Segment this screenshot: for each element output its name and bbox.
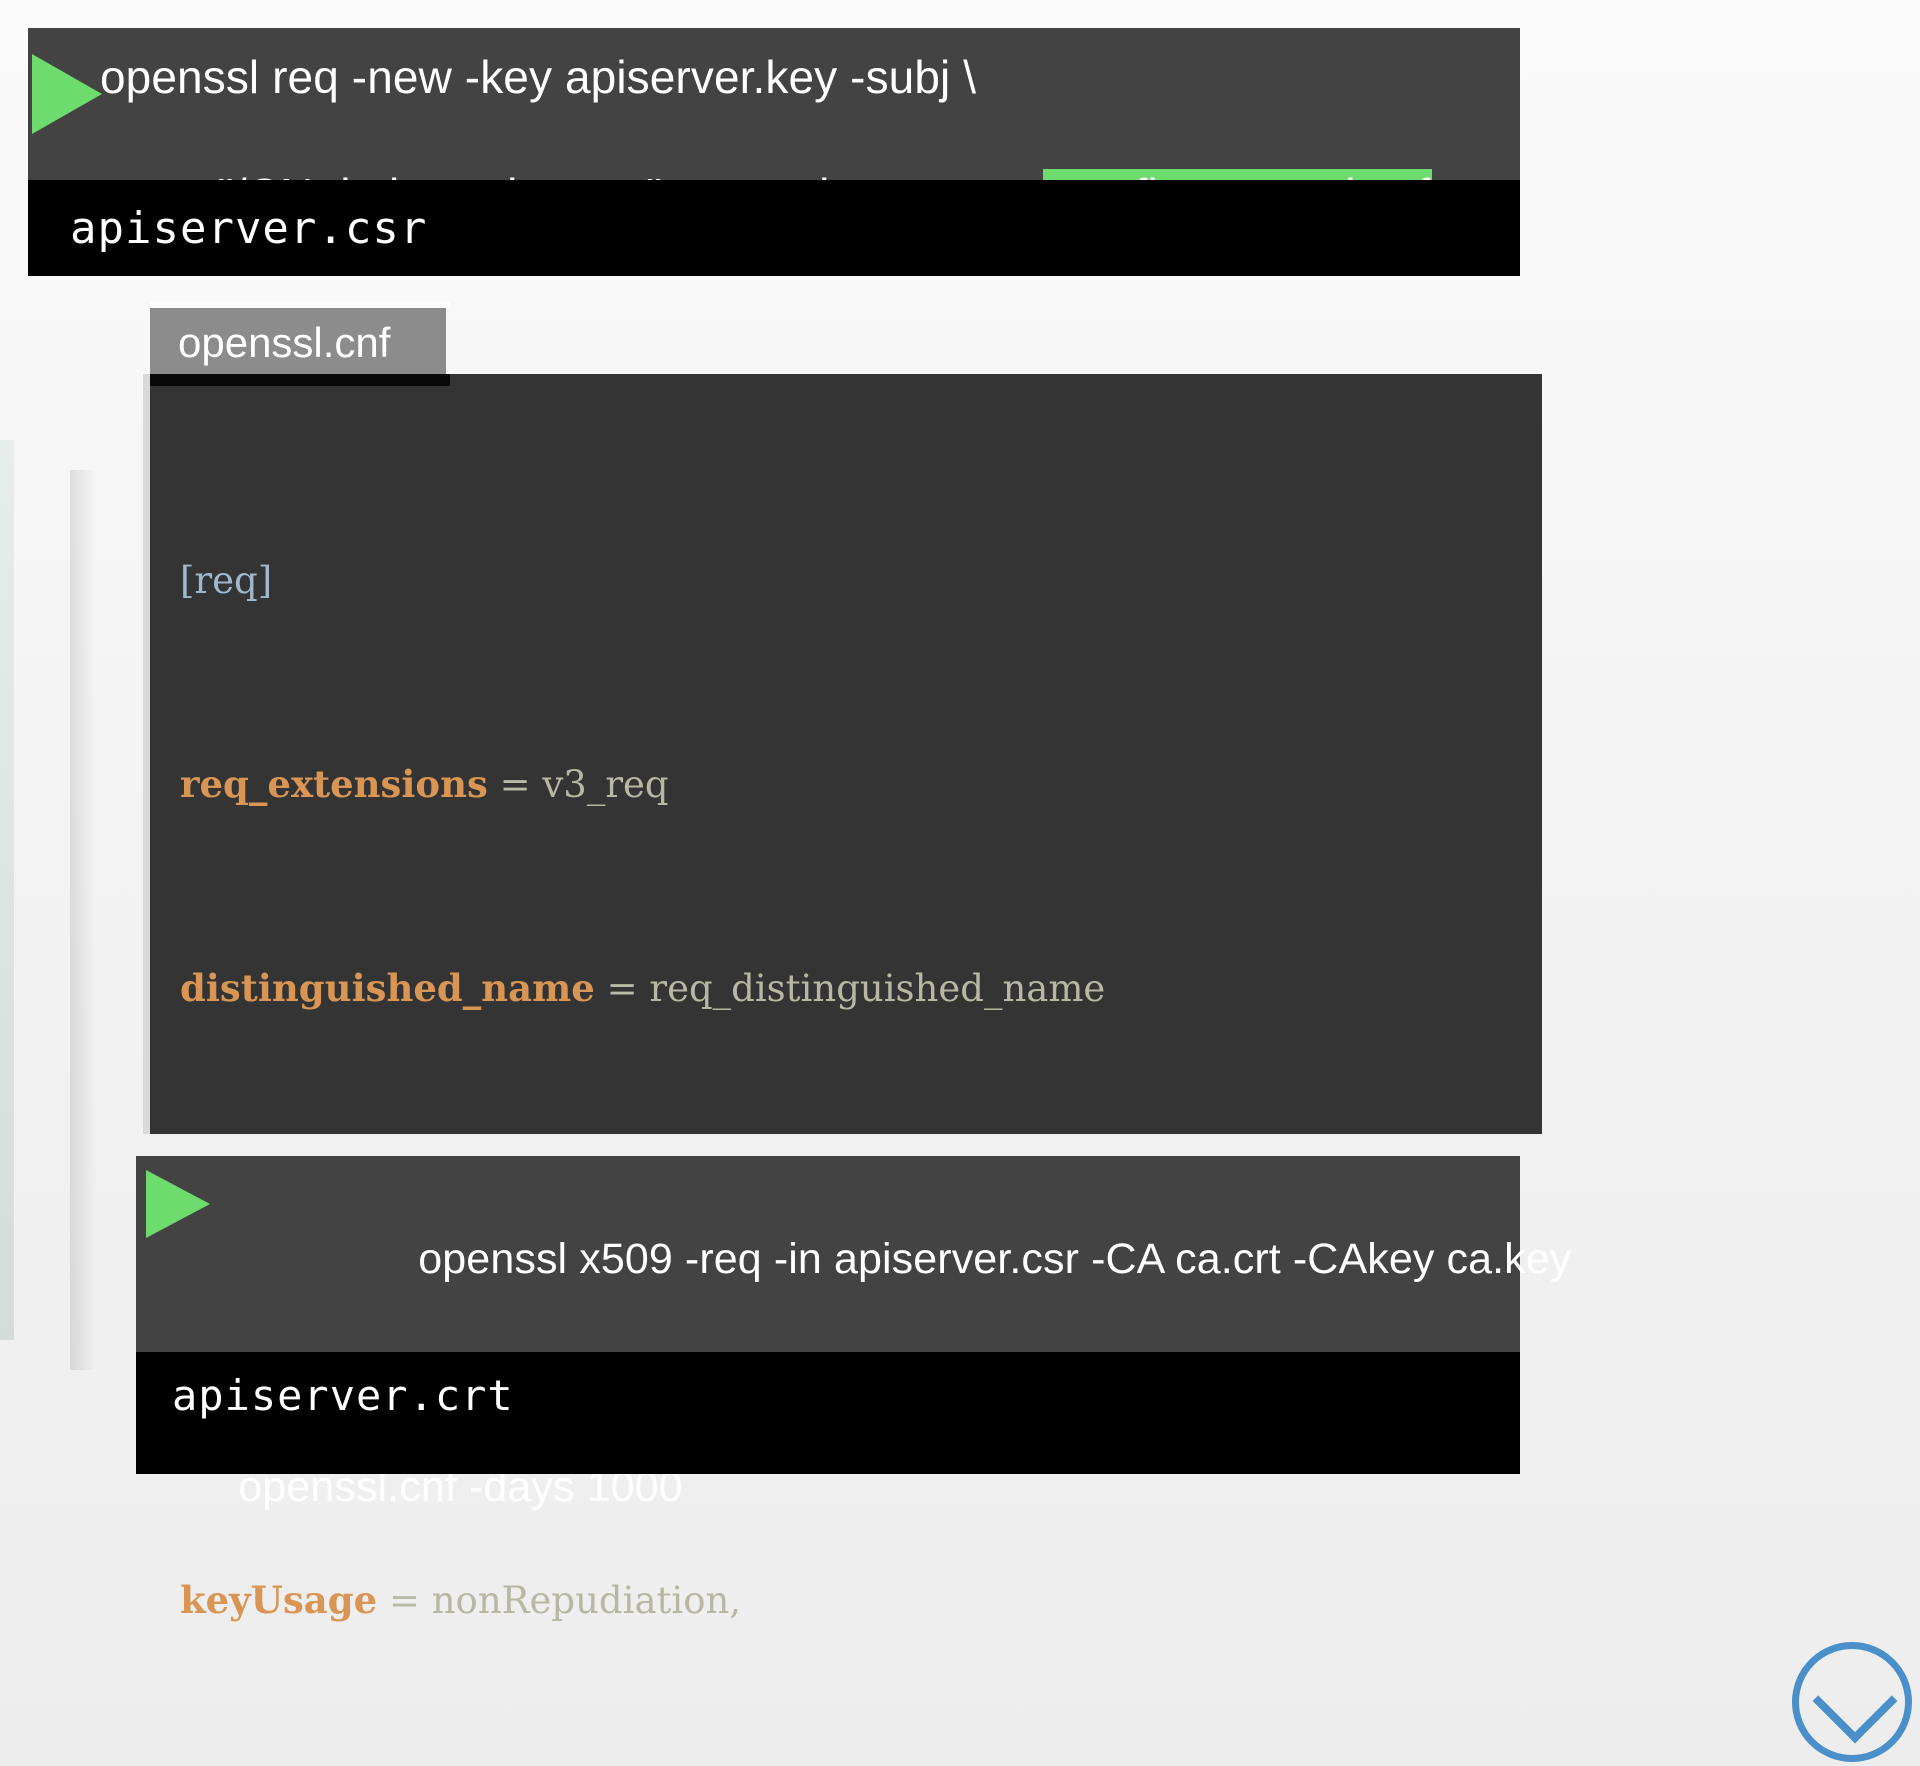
config-file-tab[interactable]: openssl.cnf [150, 308, 446, 378]
top-output-file-label: apiserver.csr [28, 180, 1520, 276]
left-page-shadow [70, 470, 96, 1370]
config-file-card: [req] req_extensions = v3_req distinguis… [143, 374, 1542, 1622]
config-key: req_extensions [180, 762, 488, 806]
left-decorative-rail [0, 440, 14, 1340]
slide-canvas: openssl req -new -key apiserver.key -sub… [0, 0, 1920, 1766]
config-value: req_distinguished_name [649, 967, 1106, 1010]
bottom-black-filler [136, 1438, 1520, 1474]
top-command-block: openssl req -new -key apiserver.key -sub… [28, 28, 1520, 221]
config-equals: = [499, 763, 531, 806]
config-key: distinguished_name [180, 966, 595, 1010]
config-line-distinguished-name: distinguished_name = req_distinguished_n… [180, 963, 1105, 1014]
bottom-command-line-1: openssl x509 -req -in apiserver.csr -CA … [418, 1235, 1572, 1283]
config-section-label: [req] [180, 559, 273, 602]
config-line-req-extensions: req_extensions = v3_req [180, 759, 1105, 810]
circular-arrow-logo-icon [1792, 1642, 1912, 1762]
config-line-req-section: [req] [180, 555, 1105, 606]
bottom-command-block: openssl x509 -req -in apiserver.csr -CA … [136, 1156, 1571, 1511]
config-equals: = [388, 1579, 420, 1622]
bottom-output-file-label: apiserver.crt [136, 1352, 1520, 1438]
config-equals: = [606, 967, 638, 1010]
config-value: nonRepudiation, [431, 1579, 742, 1622]
top-command-line-1: openssl req -new -key apiserver.key -sub… [100, 51, 977, 103]
config-key: keyUsage [180, 1578, 378, 1622]
config-tab-underline [150, 374, 450, 386]
config-value: v3_req [542, 763, 669, 806]
play-triangle-icon [32, 54, 102, 134]
config-line-keyusage: keyUsage = nonRepudiation, [180, 1575, 1105, 1626]
